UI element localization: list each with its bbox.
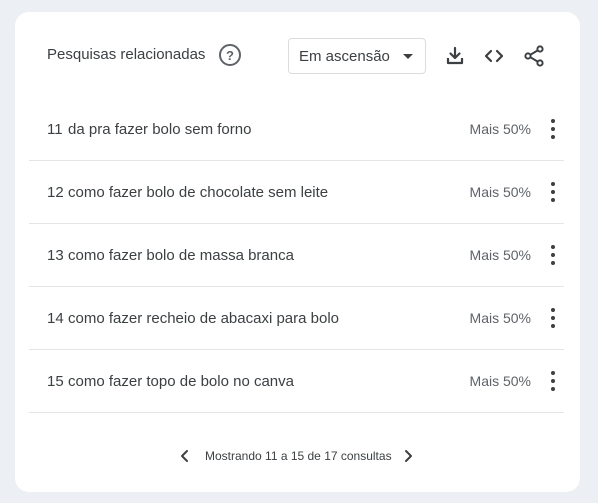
query-list: 11 da pra fazer bolo sem forno Mais 50% …: [29, 98, 564, 413]
row-query[interactable]: como fazer topo de bolo no canva: [68, 373, 294, 390]
row-value: Mais 50%: [469, 121, 531, 137]
row-query[interactable]: como fazer recheio de abacaxi para bolo: [68, 310, 339, 327]
row-rank: 12: [47, 183, 64, 201]
share-icon[interactable]: [522, 44, 546, 68]
row-rank: 13: [47, 246, 64, 264]
row-value: Mais 50%: [469, 184, 531, 200]
sort-select-value: Em ascensão: [299, 47, 390, 65]
download-icon[interactable]: [443, 44, 467, 68]
row-query[interactable]: como fazer bolo de massa branca: [68, 247, 294, 264]
more-vert-icon[interactable]: [550, 371, 556, 391]
table-row[interactable]: 12 como fazer bolo de chocolate sem leit…: [29, 161, 564, 224]
row-value: Mais 50%: [469, 373, 531, 389]
help-circle-icon[interactable]: ?: [219, 44, 241, 66]
row-rank: 14: [47, 309, 64, 327]
caret-down-icon: [403, 54, 413, 59]
table-row[interactable]: 14 como fazer recheio de abacaxi para bo…: [29, 287, 564, 350]
more-vert-icon[interactable]: [550, 308, 556, 328]
row-value: Mais 50%: [469, 310, 531, 326]
table-row[interactable]: 11 da pra fazer bolo sem forno Mais 50%: [29, 98, 564, 161]
related-queries-card: Pesquisas relacionadas ? Em ascensão 11 …: [15, 12, 580, 492]
code-icon[interactable]: [482, 44, 506, 68]
row-rank: 15: [47, 372, 64, 390]
more-vert-icon[interactable]: [550, 245, 556, 265]
card-title: Pesquisas relacionadas: [47, 46, 206, 63]
chevron-right-icon[interactable]: [400, 448, 416, 464]
more-vert-icon[interactable]: [550, 119, 556, 139]
row-value: Mais 50%: [469, 247, 531, 263]
row-query[interactable]: como fazer bolo de chocolate sem leite: [68, 184, 328, 201]
table-row[interactable]: 13 como fazer bolo de massa branca Mais …: [29, 224, 564, 287]
table-row[interactable]: 15 como fazer topo de bolo no canva Mais…: [29, 350, 564, 413]
chevron-left-icon[interactable]: [177, 448, 193, 464]
sort-select[interactable]: Em ascensão: [288, 38, 426, 74]
card-header: Pesquisas relacionadas ? Em ascensão: [15, 12, 580, 98]
more-vert-icon[interactable]: [550, 182, 556, 202]
row-query[interactable]: da pra fazer bolo sem forno: [68, 121, 251, 138]
pagination: Mostrando 11 a 15 de 17 consultas: [15, 446, 580, 466]
row-rank: 11: [47, 120, 63, 138]
pagination-label: Mostrando 11 a 15 de 17 consultas: [205, 449, 392, 463]
